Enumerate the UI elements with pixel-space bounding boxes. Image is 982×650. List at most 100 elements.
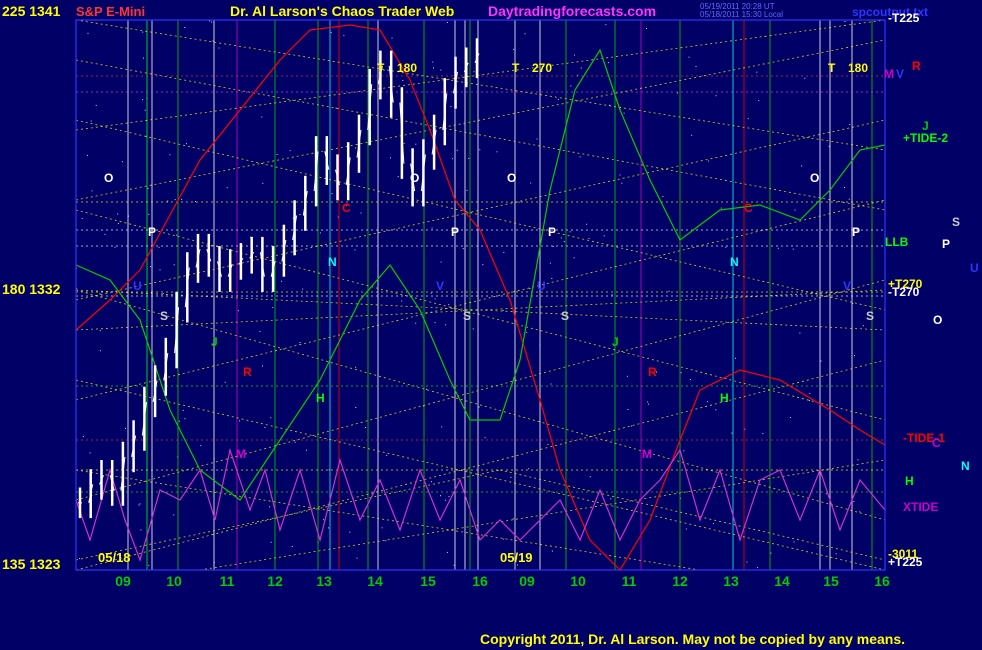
flux-marker-label: T	[377, 61, 385, 75]
star-dot	[685, 528, 687, 530]
star-dot	[529, 288, 531, 289]
star-dot	[181, 199, 183, 200]
star-dot	[707, 401, 709, 403]
star-dot	[125, 427, 126, 429]
star-dot	[441, 426, 443, 428]
star-dot	[588, 238, 590, 239]
star-dot	[792, 248, 794, 250]
star-dot	[445, 499, 447, 501]
star-dot	[695, 66, 697, 67]
star-dot	[415, 322, 417, 324]
star-dot	[550, 383, 552, 385]
star-dot	[524, 33, 526, 35]
star-dot	[853, 500, 855, 502]
star-dot	[226, 187, 228, 189]
left-mid-price-label: 180 1332	[2, 281, 61, 297]
star-dot	[746, 561, 748, 563]
hour-tick-label: 14	[774, 573, 790, 589]
star-dot	[808, 400, 810, 401]
star-dot	[586, 223, 588, 225]
star-dot	[859, 511, 861, 513]
flux-marker-label: T	[828, 61, 836, 75]
star-dot	[603, 235, 605, 237]
star-dot	[462, 248, 464, 250]
star-dot	[466, 189, 468, 191]
right-label: S	[952, 215, 960, 229]
copyright-notice: Copyright 2011, Dr. Al Larson. May not b…	[480, 631, 906, 647]
star-dot	[577, 74, 579, 76]
star-dot	[397, 176, 399, 178]
star-dot	[668, 290, 670, 292]
star-dot	[536, 138, 538, 140]
star-dot	[627, 409, 629, 410]
star-dot	[662, 196, 664, 197]
star-dot	[262, 365, 263, 367]
star-dot	[512, 518, 514, 520]
star-dot	[547, 444, 549, 445]
flux-marker-label: O	[104, 171, 113, 185]
star-dot	[557, 98, 559, 100]
star-dot	[440, 69, 442, 71]
star-dot	[306, 449, 308, 451]
star-dot	[99, 330, 101, 332]
star-dot	[503, 538, 505, 540]
hour-tick-label: 16	[874, 573, 890, 589]
site-link[interactable]: Daytradingforecasts.com	[488, 3, 656, 19]
star-dot	[715, 409, 717, 411]
star-dot	[200, 445, 202, 447]
star-dot	[510, 476, 512, 478]
page-title: Dr. Al Larson's Chaos Trader Web	[230, 3, 454, 19]
flux-marker-label: J	[612, 335, 619, 349]
star-dot	[563, 241, 565, 242]
star-dot	[150, 266, 151, 268]
star-dot	[605, 24, 607, 26]
star-dot	[820, 360, 822, 362]
star-dot	[551, 550, 553, 552]
star-dot	[731, 432, 733, 434]
right-label: XTIDE	[903, 500, 938, 514]
right-label: +T225	[888, 555, 923, 569]
star-dot	[619, 174, 621, 176]
star-dot	[184, 27, 186, 28]
hour-tick-label: 13	[723, 573, 739, 589]
star-dot	[809, 392, 811, 394]
flux-marker-label: P	[852, 225, 860, 239]
star-dot	[343, 35, 345, 37]
star-dot	[142, 31, 144, 33]
right-label: -T225	[888, 11, 920, 25]
star-dot	[854, 355, 855, 357]
star-dot	[299, 342, 301, 343]
right-label: R	[912, 59, 921, 73]
right-label: LLB	[885, 235, 909, 249]
star-dot	[456, 149, 458, 151]
star-dot	[264, 427, 266, 428]
star-dot	[148, 564, 150, 566]
right-label: M	[884, 67, 894, 81]
star-dot	[688, 56, 690, 58]
star-dot	[756, 567, 758, 569]
flux-marker-label: U	[133, 279, 142, 293]
star-dot	[299, 214, 301, 215]
star-dot	[139, 503, 141, 505]
star-dot	[144, 109, 146, 111]
hour-tick-label: 09	[115, 573, 131, 589]
star-dot	[386, 454, 388, 456]
star-dot	[844, 21, 846, 22]
star-dot	[162, 293, 164, 294]
star-dot	[142, 99, 144, 101]
star-dot	[87, 32, 89, 34]
star-dot	[140, 529, 142, 531]
flux-marker-label: S	[866, 309, 874, 323]
right-label: N	[961, 459, 970, 473]
star-dot	[478, 406, 480, 408]
star-dot	[95, 104, 97, 106]
flux-marker-label: S	[160, 309, 168, 323]
star-dot	[680, 372, 682, 374]
star-dot	[121, 161, 123, 163]
star-dot	[148, 213, 150, 215]
right-label: +TIDE-2	[903, 131, 948, 145]
flux-marker-label: T	[512, 61, 520, 75]
star-dot	[178, 420, 180, 422]
star-dot	[434, 322, 436, 324]
star-dot	[117, 213, 119, 215]
